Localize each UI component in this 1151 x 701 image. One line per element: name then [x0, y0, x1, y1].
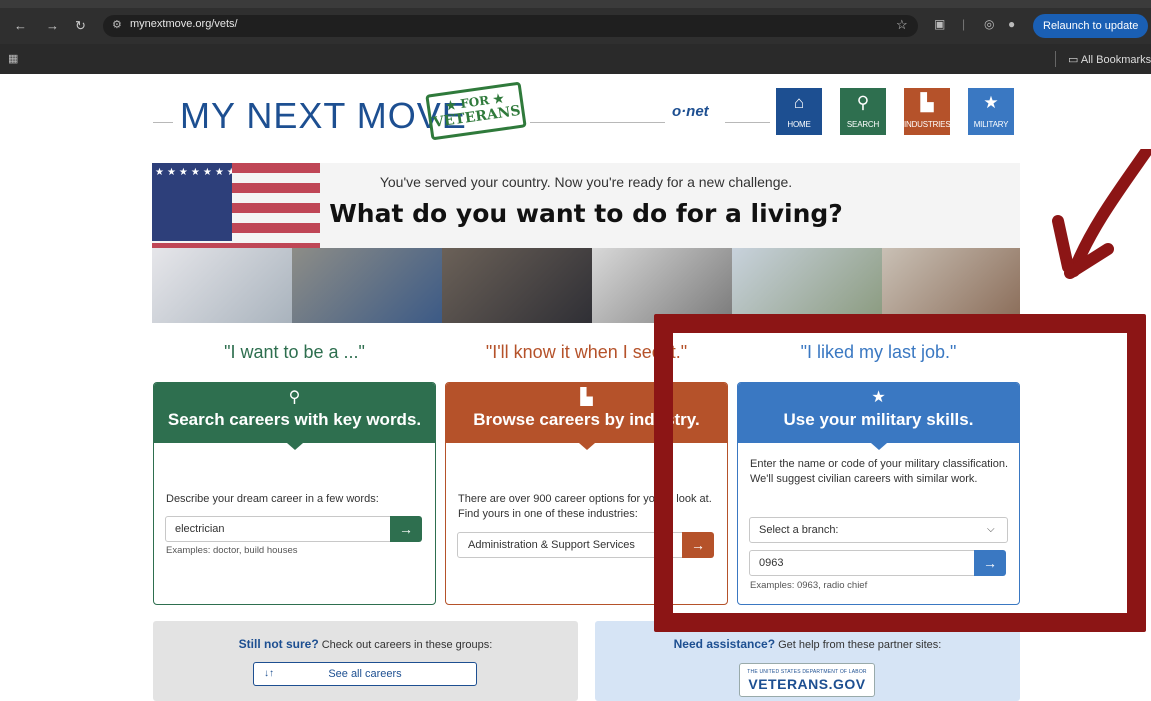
still-not-sure-rest: Check out careers in these groups: [318, 639, 493, 651]
page: MY NEXT MOVE ★ FOR ★ VETERANS o·net ⌂ HO… [0, 74, 1151, 701]
back-icon[interactable]: ← [14, 18, 27, 33]
bookmark-star-icon[interactable]: ☆ [896, 17, 908, 33]
search-examples: Examples: doctor, build houses [166, 545, 298, 556]
apps-grid-icon[interactable]: ▦ [8, 52, 18, 65]
sort-icon: ↓↑ [264, 668, 274, 679]
see-all-careers-label: See all careers [328, 668, 402, 680]
toolbar-divider: | [962, 17, 966, 31]
annotation-arrow [1052, 149, 1151, 279]
forward-icon[interactable]: → [46, 18, 59, 33]
vets-logo-big: VETERANS.GOV [748, 676, 866, 692]
need-assistance-text: Need assistance? Get help from these par… [595, 637, 1020, 651]
photo-lab [152, 248, 292, 323]
reader-icon[interactable]: ▣ [934, 17, 945, 31]
nav-search-label: SEARCH [846, 120, 880, 129]
header-rule-middle [530, 122, 665, 123]
search-card-title: Search careers with key words. [167, 410, 422, 429]
extension-icon[interactable]: ◎ [984, 17, 994, 31]
nav-military[interactable]: ★ MILITARY [968, 88, 1014, 135]
hero-subtitle: You've served your country. Now you're r… [379, 174, 793, 190]
all-bookmarks-label: All Bookmarks [1080, 54, 1151, 66]
annotation-highlight-box [654, 314, 1146, 632]
star-icon: ★ [983, 93, 999, 112]
veterans-gov-link[interactable]: THE UNITED STATES DEPARTMENT OF LABOR VE… [739, 663, 875, 697]
photo-chef [592, 248, 732, 323]
nav-military-label: MILITARY [973, 120, 1009, 129]
search-go-button[interactable]: → [390, 516, 422, 542]
factory-icon: ▙ [920, 93, 934, 112]
card-notch [287, 443, 303, 450]
vets-logo-small: THE UNITED STATES DEPARTMENT OF LABOR [747, 669, 867, 675]
still-not-sure-panel: Still not sure? Check out careers in the… [153, 621, 578, 701]
bookmarks-divider [1055, 51, 1056, 67]
search-card: ⚲ Search careers with key words. Describ… [153, 382, 436, 605]
photo-solar [292, 248, 442, 323]
header-rule-left [153, 122, 173, 123]
search-card-description: Describe your dream career in a few word… [166, 493, 379, 505]
card-notch [579, 443, 595, 450]
search-key-icon: ⚲ [856, 93, 870, 112]
still-not-sure-bold: Still not sure? [238, 637, 319, 651]
photo-worker [882, 248, 1020, 323]
tagline-search: "I want to be a ..." [224, 342, 365, 362]
veterans-stamp: ★ FOR ★ VETERANS [425, 81, 527, 141]
nav-home-label: HOME [787, 120, 811, 129]
all-bookmarks-link[interactable]: ▭ All Bookmarks [1068, 53, 1151, 66]
see-all-careers-button[interactable]: ↓↑ See all careers [253, 662, 477, 686]
nav-industries-label: INDUSTRIES [904, 120, 951, 129]
hero-banner: ★★★★★★★★★★★★★★★★★★★★★★★★★★★★★★ You've se… [152, 163, 1020, 323]
career-keyword-input[interactable]: electrician [165, 516, 394, 542]
relaunch-button[interactable]: Relaunch to update [1033, 14, 1149, 38]
search-card-header: ⚲ Search careers with key words. [154, 383, 435, 443]
onet-logo[interactable]: o·net [672, 103, 709, 120]
need-assistance-bold: Need assistance? [673, 637, 776, 651]
need-assistance-rest: Get help from these partner sites: [775, 639, 942, 651]
bookmarks-bar [0, 44, 1151, 74]
photo-industrial [732, 248, 882, 323]
nav-home[interactable]: ⌂ HOME [776, 88, 822, 135]
site-logo[interactable]: MY NEXT MOVE [180, 95, 467, 137]
still-not-sure-text: Still not sure? Check out careers in the… [153, 637, 578, 651]
nav-industries[interactable]: ▙ INDUSTRIES [904, 88, 951, 135]
home-icon: ⌂ [793, 93, 805, 112]
industry-select[interactable]: Administration & Support Services [457, 532, 686, 558]
key-icon: ⚲ [288, 389, 301, 406]
career-photo-strip [152, 248, 1020, 323]
header-rule-right [725, 122, 770, 123]
profile-avatar[interactable]: ● [1008, 17, 1015, 31]
photo-office [442, 248, 592, 323]
reload-icon[interactable]: ↻ [75, 18, 86, 34]
url-text[interactable]: mynextmove.org/vets/ [130, 18, 238, 30]
site-settings-icon[interactable]: ⚙ [112, 18, 122, 31]
hero-title: What do you want to do for a living? [329, 199, 843, 228]
nav-search[interactable]: ⚲ SEARCH [840, 88, 886, 135]
